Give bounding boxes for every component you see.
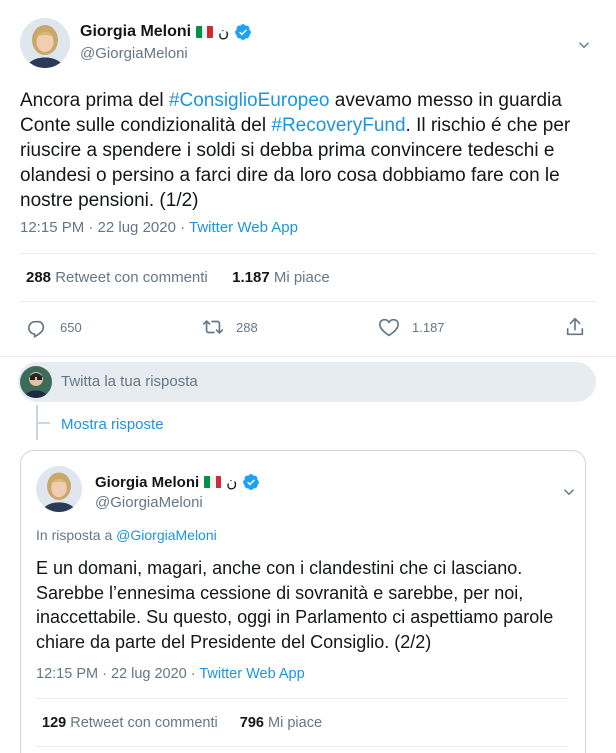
reply-placeholder: Twitta la tua risposta: [61, 373, 198, 390]
stats-row: 288 Retweet con commenti 1.187 Mi piace: [26, 269, 330, 286]
arabic-glyph: ن: [218, 23, 230, 41]
author-avatar[interactable]: [20, 18, 70, 68]
retweets-label: Retweet con commenti: [70, 715, 218, 731]
likes-count: 796: [239, 715, 264, 731]
likes-stat[interactable]: 1.187 Mi piace: [232, 269, 330, 286]
like-icon: [379, 318, 399, 337]
retweet-icon: [202, 320, 224, 334]
author-handle[interactable]: @GiorgiaMeloni: [95, 494, 203, 511]
author-handle[interactable]: @GiorgiaMeloni: [80, 45, 188, 62]
reply-icon: [27, 320, 45, 338]
reply-action[interactable]: 650: [26, 316, 82, 338]
source-app-link[interactable]: Twitter Web App: [189, 219, 298, 236]
tweet-timestamp[interactable]: 12:15 PM · 22 lug 2020 ·: [20, 219, 189, 236]
show-replies-link[interactable]: Mostra risposte: [61, 416, 164, 433]
italy-flag-icon: [196, 26, 214, 38]
source-app-link[interactable]: Twitter Web App: [199, 666, 304, 682]
divider: [36, 746, 568, 747]
in-reply-handle-link[interactable]: @GiorgiaMeloni: [116, 527, 217, 543]
arabic-glyph: ن: [226, 473, 238, 491]
likes-label: Mi piace: [268, 715, 323, 731]
stats-row: 129 Retweet con commenti 796 Mi piace: [42, 715, 322, 731]
reply-count: 650: [60, 319, 82, 335]
user-avatar: [20, 366, 52, 398]
retweets-count: 288: [26, 269, 52, 286]
divider: [36, 698, 568, 699]
retweets-stat[interactable]: 288 Retweet con commenti: [26, 269, 208, 286]
author-name[interactable]: Giorgia Meloni: [80, 23, 191, 41]
verified-badge-icon: [243, 474, 260, 490]
thread-connector: [36, 422, 50, 424]
like-count: 1.187: [412, 319, 445, 335]
author-avatar[interactable]: [36, 466, 82, 512]
chevron-down-icon[interactable]: [560, 483, 578, 501]
in-reply-to: In risposta a @GiorgiaMeloni: [36, 527, 217, 543]
author-name-row: Giorgia Meloni ن: [80, 23, 252, 41]
author-name-row: Giorgia Meloni ن: [95, 473, 260, 491]
tweet-text: Ancora prima del #ConsiglioEuropeo aveva…: [20, 88, 595, 213]
retweet-action[interactable]: 288: [202, 316, 258, 338]
share-icon: [566, 317, 584, 336]
chevron-down-icon[interactable]: [575, 36, 593, 54]
italy-flag-icon: [204, 476, 222, 488]
likes-label: Mi piace: [273, 269, 330, 286]
tweet-meta: 12:15 PM · 22 lug 2020 · Twitter Web App: [36, 666, 305, 682]
author-name[interactable]: Giorgia Meloni: [95, 474, 199, 491]
share-action[interactable]: [564, 316, 586, 338]
reply-tweet-text: E un domani, magari, anche con i clandes…: [36, 558, 554, 652]
retweets-stat[interactable]: 129 Retweet con commenti: [42, 715, 218, 731]
retweet-count: 288: [236, 319, 258, 335]
like-action[interactable]: 1.187: [378, 316, 445, 338]
likes-stat[interactable]: 796 Mi piace: [240, 715, 322, 731]
divider: [20, 253, 596, 254]
tweet-timestamp[interactable]: 12:15 PM · 22 lug 2020 ·: [36, 666, 199, 682]
tweet-text-segment: Ancora prima del: [20, 90, 169, 111]
retweets-count: 129: [42, 715, 67, 731]
retweets-label: Retweet con commenti: [55, 269, 208, 286]
tweet-meta: 12:15 PM · 22 lug 2020 · Twitter Web App: [20, 219, 298, 236]
divider: [20, 301, 596, 302]
hashtag-link[interactable]: #RecoveryFund: [271, 115, 405, 136]
likes-count: 1.187: [232, 269, 270, 286]
divider: [0, 356, 616, 357]
hashtag-link[interactable]: #ConsiglioEuropeo: [169, 90, 330, 111]
in-reply-prefix: In risposta a: [36, 527, 117, 543]
verified-badge-icon: [235, 24, 252, 40]
